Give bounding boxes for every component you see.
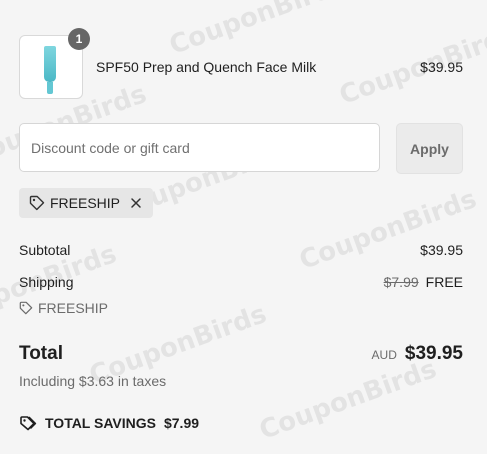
tag-icon <box>19 301 33 315</box>
taxes-note: Including $3.63 in taxes <box>19 373 167 389</box>
subtotal-label: Subtotal <box>19 242 71 258</box>
shipping-discount-row: FREESHIP <box>19 300 463 316</box>
close-icon[interactable] <box>129 196 143 210</box>
shipping-value: FREE <box>425 274 463 290</box>
discount-code-input[interactable] <box>19 123 380 172</box>
currency-code: AUD <box>371 348 397 362</box>
shipping-value-group: $7.99 FREE <box>384 274 463 290</box>
total-row: Total AUD $39.95 <box>19 343 463 365</box>
shipping-discount-code: FREESHIP <box>38 300 109 316</box>
shipping-row: Shipping $7.99 FREE <box>19 274 463 290</box>
cart-line-item: 1 SPF50 Prep and Quench Face Milk $39.95 <box>19 28 463 99</box>
shipping-original-price: $7.99 <box>383 274 419 290</box>
watermark: CouponBirds <box>255 354 441 446</box>
quantity-badge: 1 <box>68 28 90 50</box>
applied-discount-code: FREESHIP <box>50 195 121 211</box>
total-savings-value: $7.99 <box>163 415 200 431</box>
total-amount: $39.95 <box>404 343 463 364</box>
apply-discount-button[interactable]: Apply <box>396 123 463 174</box>
total-value-group: AUD $39.95 <box>372 343 463 365</box>
shipping-label: Shipping <box>19 274 74 290</box>
product-price: $39.95 <box>420 59 463 75</box>
total-label: Total <box>19 343 63 364</box>
product-name: SPF50 Prep and Quench Face Milk <box>96 59 317 75</box>
tags-icon <box>20 416 37 431</box>
subtotal-value: $39.95 <box>420 242 463 258</box>
watermark: CouponBirds <box>295 184 481 276</box>
total-savings-row: TOTAL SAVINGS $7.99 <box>19 414 463 432</box>
subtotal-row: Subtotal $39.95 <box>19 242 463 258</box>
total-savings-label: TOTAL SAVINGS <box>45 415 156 431</box>
product-image <box>44 46 56 82</box>
applied-discount-chip: FREESHIP <box>19 188 153 218</box>
tag-icon <box>29 195 45 211</box>
product-image-cap <box>47 82 53 94</box>
